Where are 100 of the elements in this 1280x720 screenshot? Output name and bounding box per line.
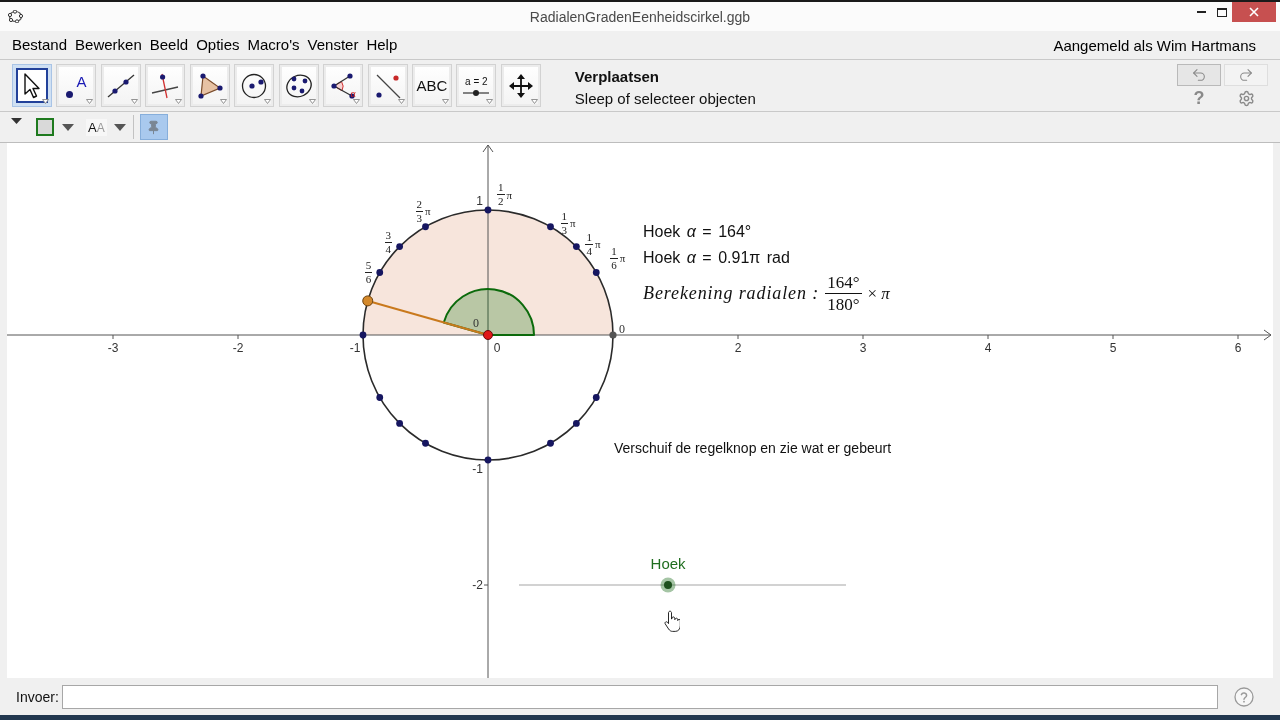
axis-label: 0 [493, 342, 501, 354]
dropdown-triangle-icon [530, 99, 538, 104]
fraction-label: 5 6 [364, 259, 373, 285]
axis-label: -2 [472, 579, 483, 591]
point-marker [422, 439, 429, 447]
triangle-down-icon [11, 118, 22, 124]
point-marker [573, 420, 580, 427]
angle-icon [330, 72, 357, 99]
input-label: Invoer: [16, 688, 59, 705]
fraction-label: 3 4 [384, 229, 393, 255]
text-size-button[interactable]: AA [86, 118, 107, 136]
slider-tool-button[interactable]: a = 2 [456, 64, 497, 107]
tool-name: Verplaatsen [574, 67, 661, 87]
line-style-button[interactable] [36, 118, 54, 136]
axis-label: -3 [107, 342, 119, 354]
close-icon [1249, 7, 1259, 17]
caret-icon [113, 123, 126, 131]
minimize-icon [1196, 11, 1206, 13]
dropdown-triangle-icon [264, 99, 272, 104]
crossing-lines-icon [151, 72, 180, 99]
tool-help-text: Sleep of selecteer objecten [574, 89, 756, 109]
help-icon [1234, 686, 1254, 707]
point-marker [484, 456, 492, 464]
app-icon [8, 10, 23, 23]
maximize-icon [1217, 7, 1227, 17]
point-marker [547, 439, 554, 447]
dropdown-triangle-icon [397, 99, 405, 104]
angle-text: Hoek α = 164° [643, 222, 753, 242]
perpendicular-tool-button[interactable] [145, 64, 186, 107]
dropdown-triangle-icon [308, 99, 316, 104]
point-marker [592, 269, 600, 276]
angle-text: Hoek α = 0.91π rad [643, 248, 791, 268]
input-help-button[interactable] [1234, 686, 1254, 707]
axis-label: 1 [476, 195, 483, 207]
menu-item[interactable]: Bestand [8, 35, 72, 55]
menu-item[interactable]: Macro's [243, 35, 304, 55]
reflect-tool-button[interactable] [367, 64, 408, 107]
ellipse-icon [284, 72, 313, 99]
dropdown-button[interactable] [113, 123, 126, 131]
circle-icon [241, 72, 268, 99]
axis-label: -1 [472, 463, 483, 475]
circle-tool-button[interactable] [234, 64, 275, 107]
line-with-dots-icon [374, 72, 401, 99]
dropdown-triangle-icon [441, 99, 449, 104]
menu-item[interactable]: Bewerken [71, 35, 146, 55]
window-title: RadialenGradenEenheidscirkel.ggb [529, 8, 751, 25]
axis-label: 2 [734, 342, 742, 354]
instruction-text: Verschuif de regelknop en zie wat er gebeurt [614, 440, 892, 456]
undo-icon [1191, 67, 1207, 83]
move-tool-button[interactable] [12, 64, 52, 107]
dropdown-triangle-icon [219, 99, 227, 104]
axis-label: -1 [349, 342, 361, 354]
point-tool-button[interactable]: A [56, 64, 97, 107]
axis-label: 5 [1109, 342, 1117, 354]
dropdown-triangle-icon [353, 99, 361, 104]
dropdown-triangle-icon [175, 99, 183, 104]
triangle-icon [196, 72, 223, 99]
dot-icon [66, 90, 74, 98]
point-marker [573, 243, 580, 250]
axis-label: 3 [859, 342, 867, 354]
polygon-tool-button[interactable] [189, 64, 230, 107]
point-label: 0 [473, 317, 479, 329]
start-point [609, 331, 617, 339]
settings-button[interactable] [1237, 89, 1255, 107]
four-way-arrow-icon [508, 73, 533, 98]
dropdown-triangle-icon [42, 99, 49, 104]
menu-item[interactable]: Beeld [145, 35, 193, 55]
point-label: 0 [619, 323, 625, 335]
pan-tool-button[interactable] [500, 64, 541, 107]
dropdown-triangle-icon [86, 99, 94, 104]
slider-thumb[interactable] [660, 577, 677, 593]
point-marker [484, 206, 492, 214]
menu-item[interactable]: Help [362, 35, 402, 55]
arrow-cursor-icon [24, 72, 40, 99]
slider-line-icon [463, 89, 490, 96]
toggle-style-bar-button[interactable] [11, 118, 22, 124]
origin-point [483, 330, 493, 340]
text-tool-button[interactable]: ABC [411, 64, 452, 107]
point-marker [422, 223, 429, 231]
angle-point [362, 295, 374, 307]
point-marker [592, 394, 600, 401]
line-tool-button[interactable] [100, 64, 141, 107]
caret-icon [62, 123, 74, 131]
axis-label: -2 [232, 342, 244, 354]
pin-button[interactable] [139, 114, 168, 140]
dropdown-button[interactable] [62, 123, 74, 131]
point-marker [396, 243, 403, 250]
pin-icon [146, 119, 162, 135]
conic-tool-button[interactable] [278, 64, 319, 107]
account-text: Aangemeld als Wim Hartmans [1053, 36, 1256, 54]
menu-item[interactable]: Venster [303, 35, 363, 55]
menu-item[interactable]: Opties [192, 35, 244, 55]
input-field[interactable] [61, 684, 1218, 709]
redo-icon [1238, 67, 1254, 83]
settings-icon [1237, 89, 1255, 107]
line-icon [106, 73, 135, 98]
point-marker [396, 420, 403, 427]
slider-label: Hoek [650, 555, 686, 572]
hand-cursor-icon [664, 610, 680, 632]
point-marker [547, 223, 554, 231]
